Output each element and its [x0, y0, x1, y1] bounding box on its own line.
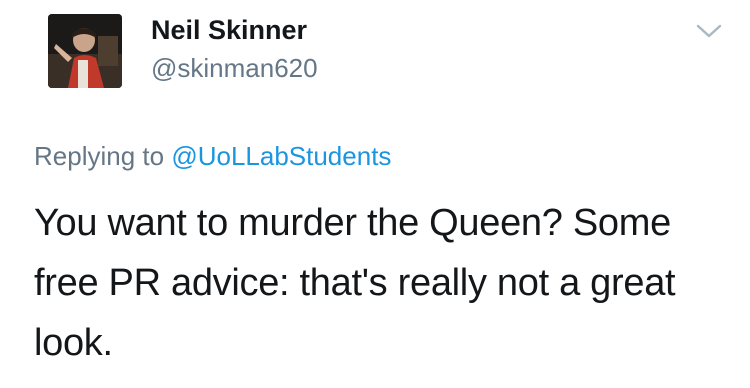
chevron-down-icon[interactable] — [694, 20, 724, 42]
author-name[interactable]: Neil Skinner — [151, 15, 307, 46]
tweet-text: You want to murder the Queen? Some free … — [34, 202, 676, 364]
avatar-image — [48, 14, 122, 88]
replying-to-label: Replying to — [34, 141, 165, 171]
avatar[interactable] — [48, 14, 122, 88]
reply-mention-link[interactable]: @UoLLabStudents — [171, 141, 391, 171]
replying-to: Replying to @UoLLabStudents — [34, 142, 391, 171]
author-handle[interactable]: @skinman620 — [151, 54, 318, 83]
